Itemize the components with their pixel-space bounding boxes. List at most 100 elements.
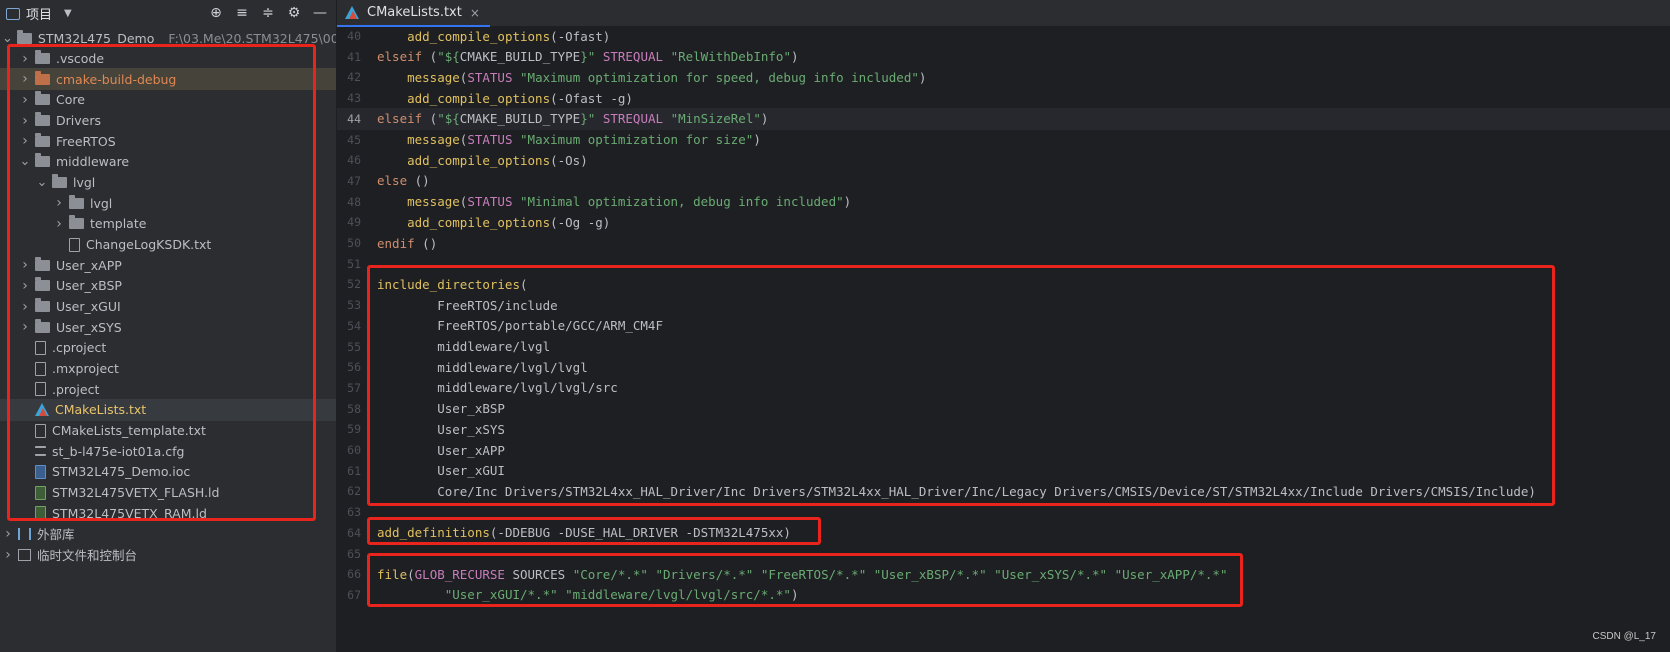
- code-line[interactable]: 51: [337, 253, 1670, 275]
- chevron-right-icon[interactable]: ›: [2, 526, 14, 542]
- code-line[interactable]: 40 add_compile_options(-Ofast): [337, 25, 1670, 47]
- folder-icon: [52, 174, 67, 189]
- code-line[interactable]: 65: [337, 543, 1670, 565]
- crosshair-icon[interactable]: ⊕: [208, 3, 224, 23]
- code-line[interactable]: 55 middleware/lvgl: [337, 336, 1670, 358]
- code-line[interactable]: 47 else (): [337, 170, 1670, 192]
- code-line[interactable]: 53 FreeRTOS/include: [337, 294, 1670, 316]
- chevron-down-icon[interactable]: ▼: [64, 8, 72, 19]
- code-line[interactable]: 61 User_xGUI: [337, 460, 1670, 482]
- chevron-down-icon[interactable]: ⌄: [2, 31, 13, 46]
- code-line[interactable]: 43 add_compile_options(-Ofast -g): [337, 87, 1670, 109]
- chevron-right-icon[interactable]: ›: [19, 319, 31, 335]
- code-line[interactable]: 42 message(STATUS "Maximum optimization …: [337, 66, 1670, 88]
- folder-icon: [69, 194, 84, 209]
- code-line[interactable]: 44 elseif ("${CMAKE_BUILD_TYPE}" STREQUAL…: [337, 107, 1670, 130]
- code-line[interactable]: 62 Core/Inc Drivers/STM32L4xx_HAL_Driver…: [337, 480, 1670, 502]
- tree-item[interactable]: ›ChangeLogKSDK.txt: [0, 234, 336, 256]
- tree-item[interactable]: ›st_b-l475e-iot01a.cfg: [0, 440, 336, 462]
- code-line[interactable]: 56 middleware/lvgl/lvgl: [337, 356, 1670, 378]
- code-token: add_compile_options: [407, 28, 551, 44]
- tree-item[interactable]: ›STM32L475_Demo.ioc: [0, 461, 336, 483]
- tree-item[interactable]: › template: [0, 213, 336, 235]
- tree-item[interactable]: › FreeRTOS: [0, 130, 336, 152]
- tree-item[interactable]: ›.mxproject: [0, 358, 336, 380]
- tree-item-external-libraries[interactable]: › 外部库: [0, 523, 336, 545]
- tree-item[interactable]: ›.cproject: [0, 337, 336, 359]
- chevron-right-icon[interactable]: ›: [19, 51, 31, 67]
- gear-icon[interactable]: ⚙: [286, 3, 302, 23]
- chevron-down-icon[interactable]: ⌄: [36, 175, 48, 190]
- chevron-right-icon[interactable]: ›: [19, 299, 31, 315]
- tab-cmakelists[interactable]: CMakeLists.txt ×: [337, 0, 490, 27]
- tree-item[interactable]: › cmake-build-debug: [0, 68, 336, 91]
- code-line[interactable]: 45 message(STATUS "Maximum optimization …: [337, 129, 1670, 151]
- code-line[interactable]: 52 include_directories(: [337, 273, 1670, 295]
- code-line[interactable]: 57 middleware/lvgl/lvgl/src: [337, 377, 1670, 399]
- code-token: }": [580, 111, 596, 127]
- tree-item[interactable]: › User_xGUI: [0, 296, 336, 318]
- code-text: User_xAPP: [377, 443, 505, 458]
- chevron-right-icon[interactable]: ›: [19, 92, 31, 108]
- editor-tab-bar: CMakeLists.txt ×: [337, 0, 1670, 27]
- code-text: middleware/lvgl/lvgl: [377, 360, 588, 375]
- collapse-all-icon[interactable]: ≑: [260, 3, 276, 23]
- tree-item[interactable]: › User_xBSP: [0, 275, 336, 297]
- chevron-down-icon[interactable]: ⌄: [19, 154, 31, 169]
- tree-item[interactable]: › .vscode: [0, 48, 336, 70]
- chevron-right-icon[interactable]: ›: [53, 195, 65, 211]
- code-line[interactable]: 59 User_xSYS: [337, 418, 1670, 440]
- expand-all-icon[interactable]: ≡: [234, 3, 250, 23]
- tree-item[interactable]: ›.project: [0, 378, 336, 400]
- tree-item[interactable]: ›CMakeLists.txt: [0, 398, 336, 421]
- code-token: (-DDEBUG -DUSE_HAL_DRIVER -DSTM32L475xx): [489, 525, 791, 541]
- code-token: FreeRTOS/include: [377, 297, 558, 313]
- tree-item[interactable]: ›STM32L475VETX_FLASH.ld: [0, 482, 336, 504]
- tree-item-root[interactable]: ⌄ STM32L475_Demo F:\03.Me\20.STM32L475\00.…: [0, 27, 336, 49]
- code-line[interactable]: 49 add_compile_options(-Og -g): [337, 211, 1670, 233]
- line-number: 50: [347, 236, 361, 250]
- tree-item-scratches[interactable]: › 临时文件和控制台: [0, 544, 336, 566]
- tree-item[interactable]: › lvgl: [0, 192, 336, 214]
- code-token: User_xGUI: [377, 463, 505, 479]
- chevron-right-icon[interactable]: ›: [19, 71, 31, 87]
- tree-item[interactable]: › Core: [0, 89, 336, 111]
- code-line[interactable]: 67 "User_xGUI/*.*" "middleware/lvgl/lvgl…: [337, 584, 1670, 606]
- tree-item[interactable]: ›STM32L475VETX_RAM.ld: [0, 502, 336, 524]
- code-line[interactable]: 54 FreeRTOS/portable/GCC/ARM_CM4F: [337, 315, 1670, 337]
- code-line[interactable]: 46 add_compile_options(-Os): [337, 149, 1670, 171]
- code-line[interactable]: 60 User_xAPP: [337, 439, 1670, 461]
- code-line[interactable]: 48 message(STATUS "Minimal optimization,…: [337, 191, 1670, 213]
- close-icon[interactable]: ×: [470, 6, 480, 20]
- tree-item-path: F:\03.Me\20.STM32L475\00.Gite: [168, 30, 336, 46]
- chevron-right-icon[interactable]: ›: [19, 133, 31, 149]
- code-line[interactable]: 50 endif (): [337, 232, 1670, 254]
- file-icon: [35, 382, 46, 397]
- tree-item[interactable]: ⌄ lvgl: [0, 172, 336, 194]
- code-token: User_xSYS: [377, 421, 505, 437]
- code-line[interactable]: 63: [337, 501, 1670, 523]
- tree-item[interactable]: ⌄ middleware: [0, 151, 336, 173]
- tree-item[interactable]: › Drivers: [0, 110, 336, 132]
- folder-icon: [16, 29, 32, 44]
- chevron-right-icon[interactable]: ›: [19, 113, 31, 129]
- code-editor[interactable]: 40 add_compile_options(-Ofast) 41 elseif (…: [337, 27, 1670, 652]
- chevron-right-icon[interactable]: ›: [2, 547, 14, 563]
- code-line[interactable]: 66 file(GLOB_RECURSE SOURCES "Core/*.*" "…: [337, 563, 1670, 585]
- code-line[interactable]: 58 User_xBSP: [337, 398, 1670, 420]
- chevron-right-icon[interactable]: ›: [19, 278, 31, 294]
- tree-item[interactable]: › User_xAPP: [0, 254, 336, 276]
- tree-item[interactable]: ›CMakeLists_template.txt: [0, 420, 336, 442]
- tree-item[interactable]: › User_xSYS: [0, 316, 336, 338]
- code-line[interactable]: 41 elseif ("${CMAKE_BUILD_TYPE}" STREQUAL…: [337, 46, 1670, 68]
- code-token: (-Ofast): [550, 28, 611, 44]
- code-token: "User_xSYS/*.*": [994, 566, 1108, 582]
- chevron-right-icon[interactable]: ›: [19, 257, 31, 273]
- minimize-icon[interactable]: —: [312, 3, 328, 23]
- chevron-right-icon[interactable]: ›: [53, 216, 65, 232]
- code-line[interactable]: 64 add_definitions(-DDEBUG -DUSE_HAL_DRIV…: [337, 522, 1670, 544]
- code-token: "MinSizeRel": [670, 111, 761, 127]
